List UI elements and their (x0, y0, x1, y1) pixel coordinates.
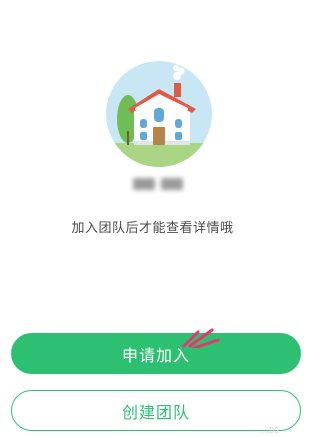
highlight-marks-icon (182, 328, 220, 348)
house-avatar-icon (106, 61, 212, 167)
create-team-button[interactable]: 创建团队 (11, 390, 301, 431)
join-hint-text: 加入团队后才能查看详情哦 (71, 221, 234, 236)
team-avatar (106, 61, 212, 167)
team-name-redacted (131, 176, 187, 192)
apply-join-button[interactable]: 申请加入 (11, 333, 301, 374)
watermark: ..DG (259, 426, 279, 435)
